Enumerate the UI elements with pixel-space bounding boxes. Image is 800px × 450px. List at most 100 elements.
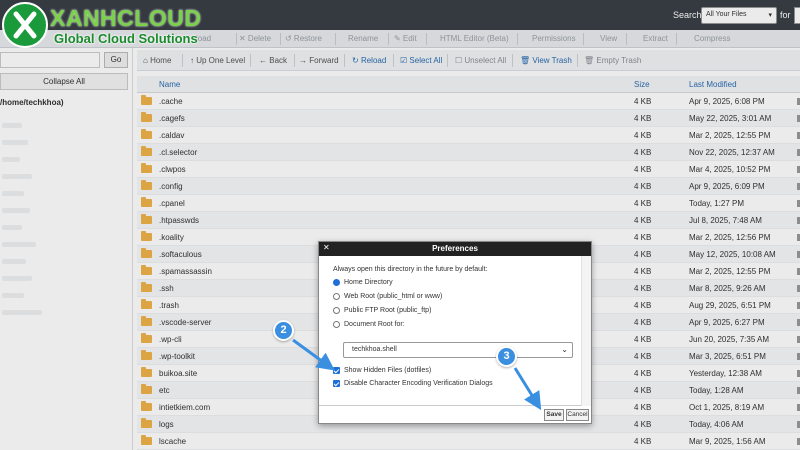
search-label: Search: [673, 10, 702, 20]
tree-item[interactable]: [2, 293, 24, 298]
view-trash-button[interactable]: 🗑 View Trash: [520, 56, 572, 65]
tree-item[interactable]: [2, 276, 32, 281]
html-editor-button[interactable]: HTML Editor (Beta): [440, 34, 509, 43]
file-modified: Today, 1:27 PM: [689, 199, 744, 208]
edit-button[interactable]: ✎ Edit: [394, 34, 417, 43]
dialog-body: Always open this directory in the future…: [319, 256, 591, 406]
file-name[interactable]: lscache: [159, 437, 186, 446]
radio-icon[interactable]: [333, 293, 340, 300]
compress-button[interactable]: Compress: [694, 34, 730, 43]
file-name[interactable]: .cpanel: [159, 199, 185, 208]
file-name[interactable]: .ssh: [159, 284, 174, 293]
home-button[interactable]: ⌂ Home: [143, 56, 171, 65]
table-row[interactable]: .cagefs 4 KB May 22, 2025, 3:01 AM: [137, 110, 800, 127]
file-name[interactable]: .caldav: [159, 131, 184, 140]
up-one-level-button[interactable]: ↑ Up One Level: [190, 56, 245, 65]
file-name[interactable]: .cl.selector: [159, 148, 197, 157]
table-row[interactable]: .cache 4 KB Apr 9, 2025, 6:08 PM: [137, 93, 800, 110]
document-root-select[interactable]: techkhoa.shell ⌄: [343, 342, 573, 358]
file-name[interactable]: .wp-toolkit: [159, 352, 195, 361]
checkbox-checked-icon[interactable]: [333, 380, 340, 387]
file-name[interactable]: logs: [159, 420, 174, 429]
home-directory-option[interactable]: Home Directory: [333, 279, 393, 286]
view-button[interactable]: View: [600, 34, 617, 43]
file-name[interactable]: .vscode-server: [159, 318, 211, 327]
radio-icon[interactable]: [333, 307, 340, 314]
checkbox-checked-icon[interactable]: [333, 367, 340, 374]
collapse-all-button[interactable]: Collapse All: [0, 73, 128, 90]
table-row[interactable]: lscache 4 KB Mar 9, 2025, 1:56 AM: [137, 433, 800, 450]
file-name[interactable]: .wp-cli: [159, 335, 182, 344]
search-input[interactable]: [794, 7, 800, 24]
table-row[interactable]: .htpasswds 4 KB Jul 8, 2025, 7:48 AM: [137, 212, 800, 229]
navigation-toolbar: ⌂ Home ↑ Up One Level ← Back → Forward ↻…: [137, 50, 800, 71]
tree-item[interactable]: [2, 140, 28, 145]
save-button[interactable]: Save: [544, 409, 564, 421]
file-name[interactable]: .cagefs: [159, 114, 185, 123]
search-scope-select[interactable]: All Your Files ▾: [701, 7, 777, 24]
reload-icon: ↻: [352, 56, 361, 65]
option-label: Web Root (public_html or www): [344, 293, 443, 300]
reload-button[interactable]: ↻ Reload: [352, 56, 386, 65]
file-name[interactable]: .cache: [159, 97, 183, 106]
default-directory-description: Always open this directory in the future…: [333, 266, 488, 273]
tree-item[interactable]: [2, 225, 22, 230]
disable-encoding-dialogs-option[interactable]: Disable Character Encoding Verification …: [333, 380, 493, 387]
forward-button[interactable]: → Forward: [299, 56, 339, 65]
path-input[interactable]: [0, 52, 100, 68]
brand-name: XANHCLOUD: [50, 5, 202, 31]
table-row[interactable]: .caldav 4 KB Mar 2, 2025, 12:55 PM: [137, 127, 800, 144]
size-column-header[interactable]: Size: [634, 80, 650, 89]
dialog-scrollbar[interactable]: [581, 256, 591, 406]
table-row[interactable]: .clwpos 4 KB Mar 4, 2025, 10:52 PM: [137, 161, 800, 178]
file-name[interactable]: .koality: [159, 233, 184, 242]
file-name[interactable]: .htpasswds: [159, 216, 199, 225]
name-column-header[interactable]: Name: [159, 80, 180, 89]
step-2-marker: 2: [273, 320, 294, 341]
document-root-option[interactable]: Document Root for:: [333, 321, 405, 328]
file-modified: May 12, 2025, 10:08 AM: [689, 250, 776, 259]
tree-item[interactable]: [2, 242, 36, 247]
file-name[interactable]: .spamassassin: [159, 267, 212, 276]
table-row[interactable]: .config 4 KB Apr 9, 2025, 6:09 PM: [137, 178, 800, 195]
file-modified: Mar 3, 2025, 6:51 PM: [689, 352, 766, 361]
tree-item[interactable]: [2, 157, 20, 162]
permissions-button[interactable]: Permissions: [532, 34, 576, 43]
tree-item[interactable]: [2, 174, 32, 179]
unselect-all-button[interactable]: ☐ Unselect All: [455, 56, 506, 65]
extract-button[interactable]: Extract: [643, 34, 668, 43]
delete-button[interactable]: ✕ Delete: [239, 34, 271, 43]
restore-button[interactable]: ↺ Restore: [285, 34, 322, 43]
file-name[interactable]: buikoa.site: [159, 369, 197, 378]
web-root-option[interactable]: Web Root (public_html or www): [333, 293, 442, 300]
go-button[interactable]: Go: [104, 52, 128, 68]
empty-trash-button[interactable]: 🗑 Empty Trash: [584, 56, 641, 65]
tree-item[interactable]: [2, 208, 30, 213]
radio-selected-icon[interactable]: [333, 279, 340, 286]
arrow-right-icon: →: [299, 56, 310, 65]
rename-button[interactable]: Rename: [348, 34, 378, 43]
table-row[interactable]: .cl.selector 4 KB Nov 22, 2025, 12:37 AM: [137, 144, 800, 161]
file-name[interactable]: .config: [159, 182, 183, 191]
tree-root-item[interactable]: /home/techkhoa): [0, 98, 64, 107]
upload-button[interactable]: load: [196, 34, 211, 43]
folder-icon: [141, 197, 152, 207]
file-name[interactable]: .softaculous: [159, 250, 202, 259]
public-ftp-root-option[interactable]: Public FTP Root (public_ftp): [333, 307, 431, 314]
select-all-button[interactable]: ☑ Select All: [400, 56, 442, 65]
back-button[interactable]: ← Back: [259, 56, 287, 65]
tree-item[interactable]: [2, 123, 22, 128]
last-modified-column-header[interactable]: Last Modified: [689, 80, 737, 89]
table-row[interactable]: .cpanel 4 KB Today, 1:27 PM: [137, 195, 800, 212]
cancel-button[interactable]: Cancel: [566, 409, 589, 421]
file-size: 4 KB: [634, 250, 652, 259]
radio-icon[interactable]: [333, 321, 340, 328]
tree-item[interactable]: [2, 259, 26, 264]
tree-item[interactable]: [2, 191, 24, 196]
tree-item[interactable]: [2, 310, 42, 315]
file-name[interactable]: .clwpos: [159, 165, 186, 174]
file-name[interactable]: .trash: [159, 301, 179, 310]
file-name[interactable]: intietkiem.com: [159, 403, 210, 412]
file-name[interactable]: etc: [159, 386, 170, 395]
show-hidden-files-option[interactable]: Show Hidden Files (dotfiles): [333, 367, 431, 374]
